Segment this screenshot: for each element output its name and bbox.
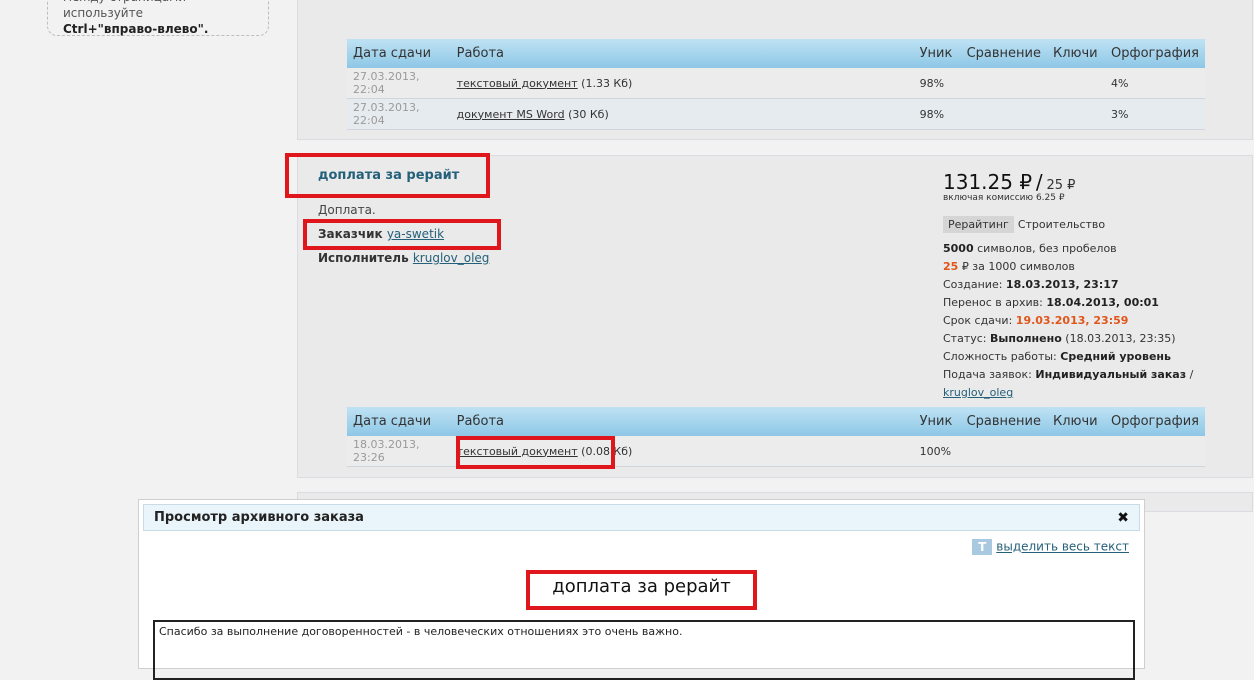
doc-size: (1.33 Кб) xyxy=(581,76,633,90)
row-unique: 98% xyxy=(913,98,961,130)
status-label: Статус: xyxy=(943,332,987,345)
row-unique: 100% xyxy=(913,436,961,467)
table-row: 27.03.2013, 22:04 текстовый документ (1.… xyxy=(347,68,1205,99)
navigation-hint: между страницами используйте Ctrl+"вправ… xyxy=(47,0,269,36)
col-compare: Сравнение xyxy=(960,39,1047,68)
order-tags: Рерайтинг Строительство xyxy=(943,216,1106,233)
order-panel: доплата за рерайт Доплата. Заказчик ya-s… xyxy=(297,155,1253,478)
commission: включая комиссию 6.25 ₽ xyxy=(943,193,1065,203)
meta-rate: 25 ₽ за 1000 символов xyxy=(943,258,1252,276)
col-keys: Ключи xyxy=(1047,39,1105,68)
executor-label: Исполнитель xyxy=(318,251,409,265)
price-main: 131.25 ₽ xyxy=(943,170,1033,194)
col-compare: Сравнение xyxy=(960,407,1047,436)
created-value: 18.03.2013, 23:17 xyxy=(1005,278,1119,291)
doc-size: (30 Кб) xyxy=(568,107,609,121)
meta-bids: Подача заявок: Индивидуальный заказ / kr… xyxy=(943,366,1252,402)
document-link[interactable]: документ MS Word xyxy=(457,108,565,121)
row-keys xyxy=(1047,68,1105,99)
row-date: 27.03.2013, 22:04 xyxy=(347,98,451,130)
col-unique: Уник xyxy=(913,407,961,436)
status-value: Выполнено xyxy=(990,332,1062,345)
bids-label: Подача заявок: xyxy=(943,368,1032,381)
row-spelling xyxy=(1105,436,1205,467)
row-compare xyxy=(960,68,1047,99)
row-unique: 98% xyxy=(913,68,961,99)
row-spelling: 4% xyxy=(1105,68,1205,99)
table-row: 27.03.2013, 22:04 документ MS Word (30 К… xyxy=(347,98,1205,130)
col-work: Работа xyxy=(450,407,914,436)
row-compare xyxy=(960,98,1047,130)
deadline-label: Срок сдачи: xyxy=(943,314,1013,327)
order-text-area[interactable]: Спасибо за выполнение договоренностей - … xyxy=(153,620,1135,680)
col-spelling: Орфография xyxy=(1105,39,1205,68)
order-meta: 5000 символов, без пробелов 25 ₽ за 1000… xyxy=(943,240,1252,402)
row-keys xyxy=(1047,98,1105,130)
price-separator: / xyxy=(1035,170,1043,194)
document-link[interactable]: текстовый документ xyxy=(457,77,578,90)
chars-count: 5000 xyxy=(943,242,974,255)
modal-header-title: Просмотр архивного заказа xyxy=(154,510,364,525)
chars-text: символов, без пробелов xyxy=(977,242,1117,255)
highlight-order-title xyxy=(285,153,490,198)
executor-link[interactable]: kruglov_oleg xyxy=(413,251,490,265)
meta-chars: 5000 символов, без пробелов xyxy=(943,240,1252,258)
hint-text: между страницами используйте xyxy=(63,0,186,20)
previous-order-panel: Дата сдачи Работа Уник Сравнение Ключи О… xyxy=(297,0,1253,140)
price-sub: 25 ₽ xyxy=(1046,178,1076,193)
order-price: 131.25 ₽ / 25 ₽ xyxy=(943,170,1075,194)
bids-value: Индивидуальный заказ xyxy=(1035,368,1187,381)
col-date: Дата сдачи xyxy=(347,407,451,436)
archived-label: Перенос в архив: xyxy=(943,296,1043,309)
meta-status: Статус: Выполнено (18.03.2013, 23:35) xyxy=(943,330,1252,348)
highlight-modal-title xyxy=(526,570,757,610)
meta-created: Создание: 18.03.2013, 23:17 xyxy=(943,276,1252,294)
created-label: Создание: xyxy=(943,278,1003,291)
col-keys: Ключи xyxy=(1047,407,1105,436)
col-unique: Уник xyxy=(913,39,961,68)
select-all-text: Tвыделить весь текст xyxy=(972,539,1129,555)
status-date: (18.03.2013, 23:35) xyxy=(1065,332,1176,345)
row-work: текстовый документ (1.33 Кб) xyxy=(450,68,914,99)
previous-works-table: Дата сдачи Работа Уник Сравнение Ключи О… xyxy=(347,39,1205,130)
row-compare xyxy=(960,436,1047,467)
meta-complexity: Сложность работы: Средний уровень xyxy=(943,348,1252,366)
archived-value: 18.04.2013, 00:01 xyxy=(1046,296,1159,309)
highlight-document xyxy=(456,436,615,469)
meta-deadline: Срок сдачи: 19.03.2013, 23:59 xyxy=(943,312,1252,330)
row-spelling: 3% xyxy=(1105,98,1205,130)
order-executor: Исполнитель kruglov_oleg xyxy=(318,251,489,265)
category: Строительство xyxy=(1017,218,1106,231)
col-date: Дата сдачи xyxy=(347,39,451,68)
highlight-client xyxy=(303,219,501,250)
rate-text: ₽ за 1000 символов xyxy=(961,260,1075,273)
table-header: Дата сдачи Работа Уник Сравнение Ключи О… xyxy=(347,407,1205,436)
bids-user-link[interactable]: kruglov_oleg xyxy=(943,386,1013,399)
row-date: 18.03.2013, 23:26 xyxy=(347,436,451,467)
col-work: Работа xyxy=(450,39,914,68)
text-icon[interactable]: T xyxy=(972,539,993,555)
row-date: 27.03.2013, 22:04 xyxy=(347,68,451,99)
rate-value: 25 xyxy=(943,260,959,273)
close-icon[interactable]: ✖ xyxy=(1117,507,1129,529)
select-all-link[interactable]: выделить весь текст xyxy=(996,540,1129,554)
row-keys xyxy=(1047,436,1105,467)
col-spelling: Орфография xyxy=(1105,407,1205,436)
type-tag: Рерайтинг xyxy=(943,216,1014,233)
bids-separator: / xyxy=(1189,368,1194,381)
meta-archived: Перенос в архив: 18.04.2013, 00:01 xyxy=(943,294,1252,312)
modal-header: Просмотр архивного заказа ✖ xyxy=(143,504,1140,531)
complexity-value: Средний уровень xyxy=(1060,350,1171,363)
row-work: документ MS Word (30 Кб) xyxy=(450,98,914,130)
order-description: Доплата. xyxy=(318,203,376,217)
complexity-label: Сложность работы: xyxy=(943,350,1057,363)
hint-keys: Ctrl+"вправо-влево". xyxy=(63,22,209,36)
deadline-value: 19.03.2013, 23:59 xyxy=(1015,314,1129,327)
table-header: Дата сдачи Работа Уник Сравнение Ключи О… xyxy=(347,39,1205,68)
